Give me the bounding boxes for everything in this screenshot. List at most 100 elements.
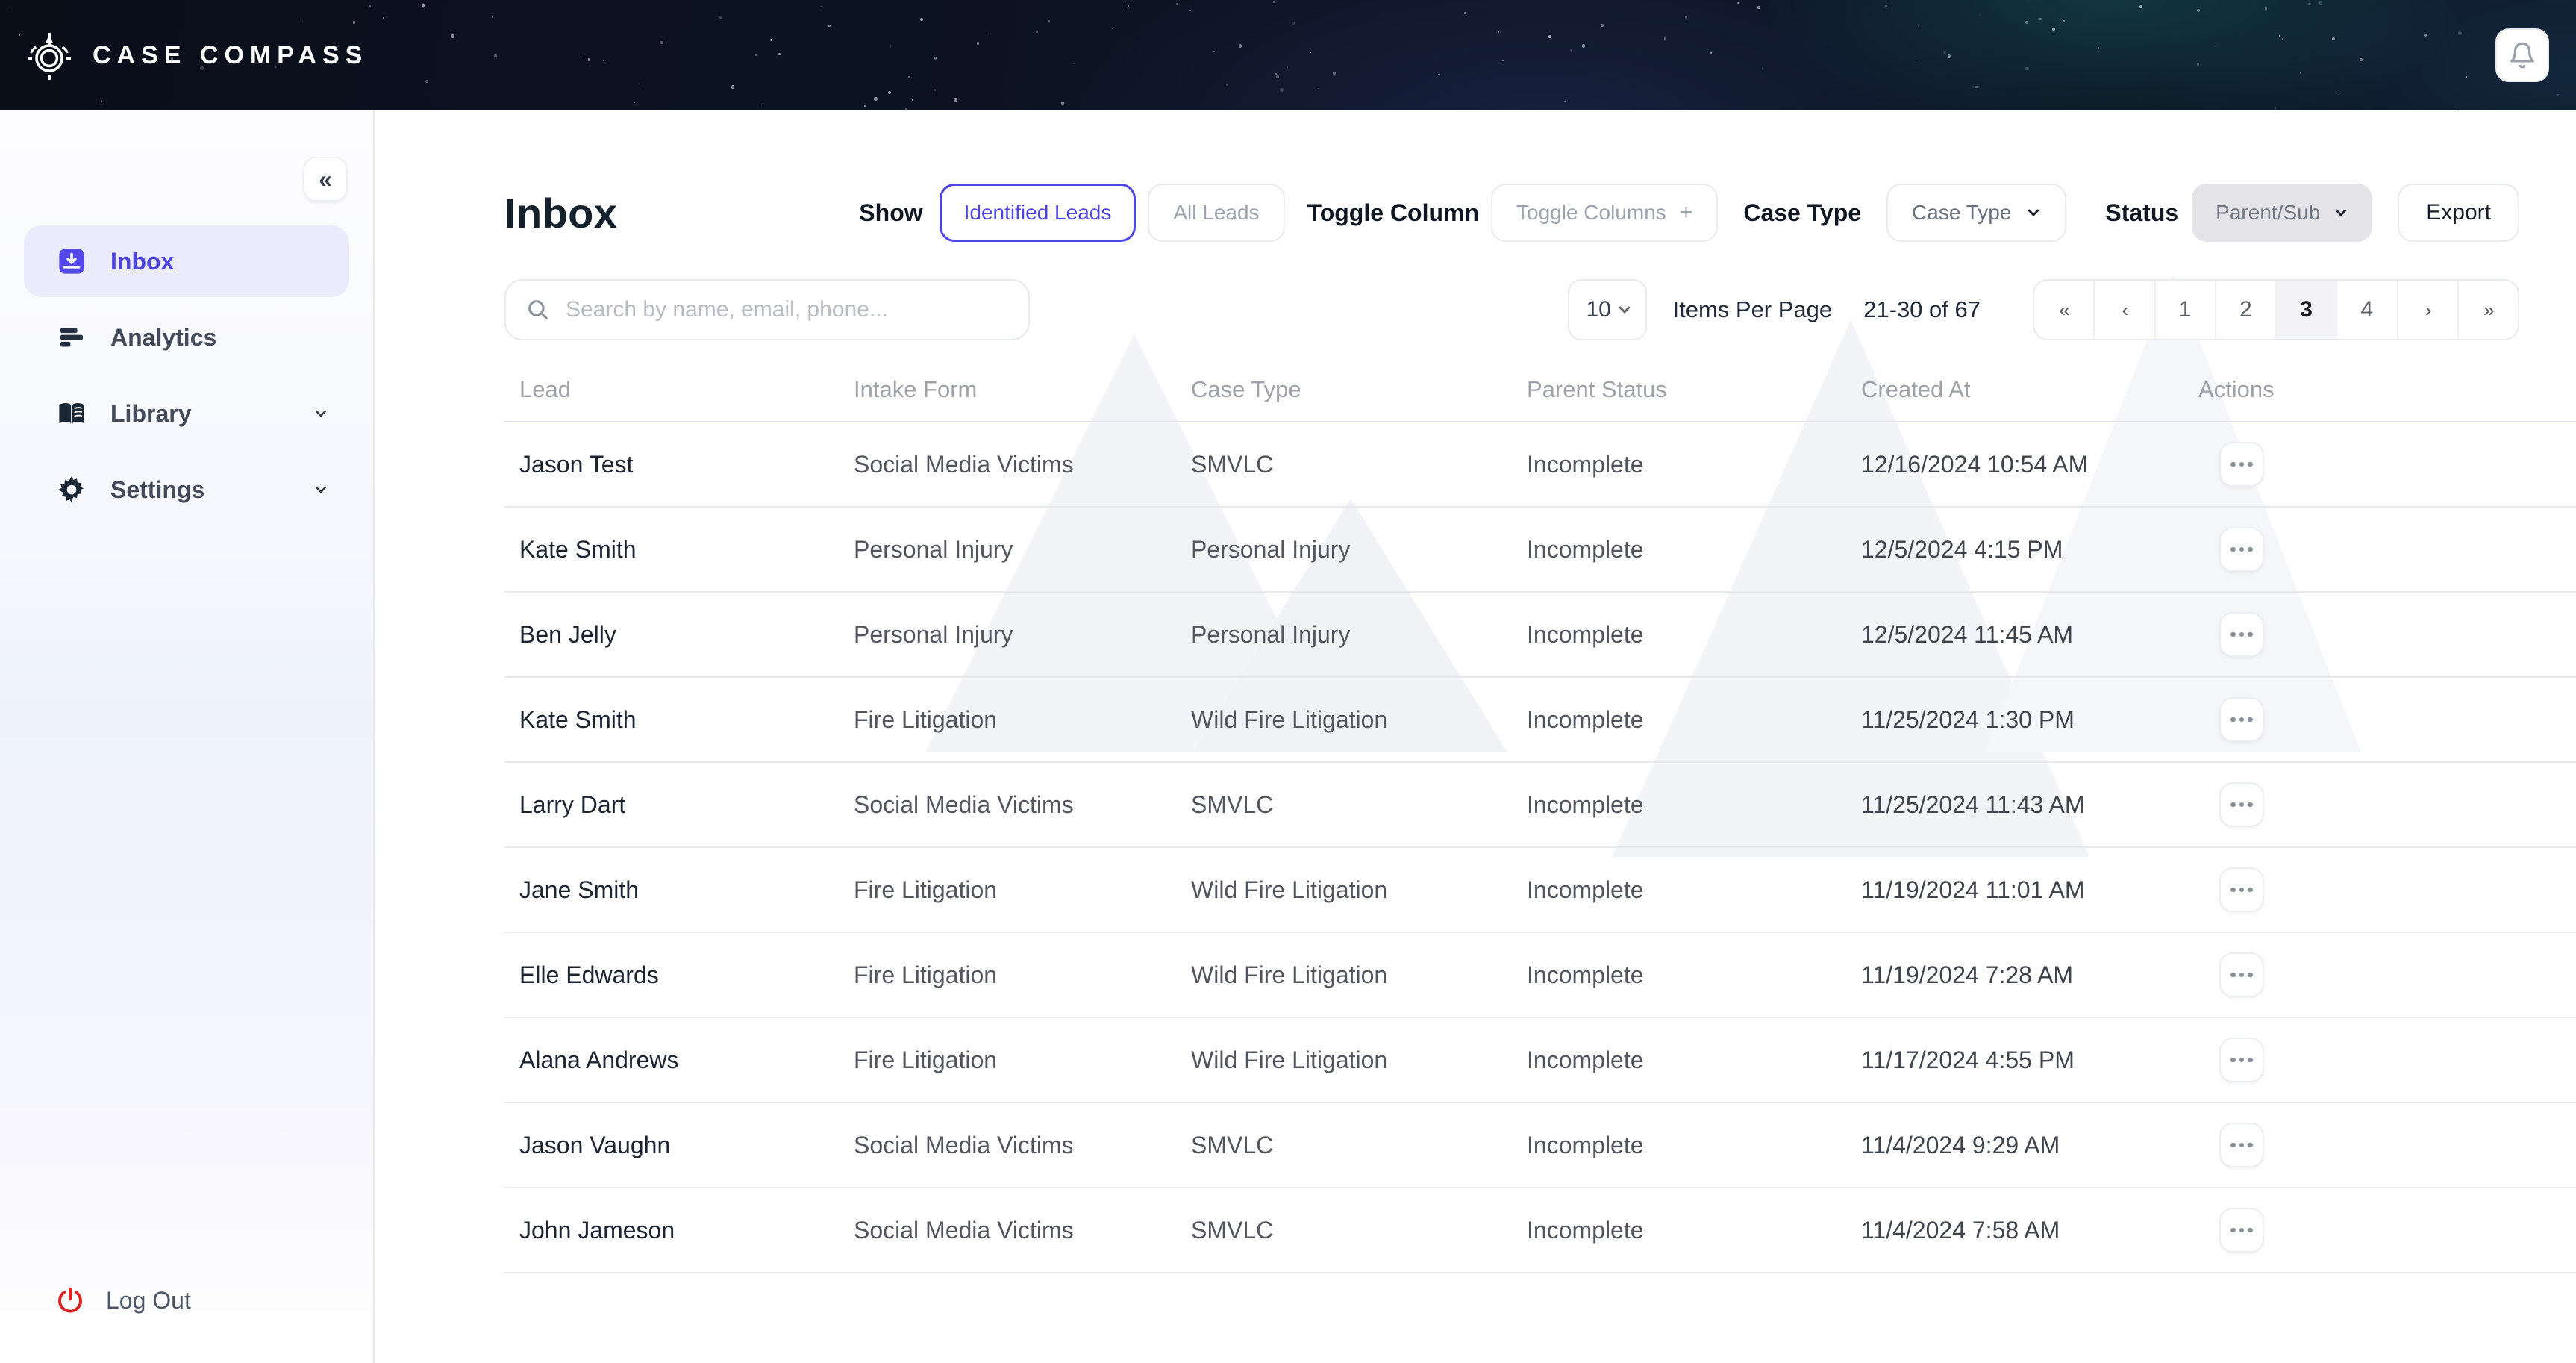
search-input[interactable] xyxy=(566,297,1009,322)
brand-name: CASE COMPASS xyxy=(93,41,368,70)
row-actions-button[interactable] xyxy=(2219,1038,2264,1082)
star-dot xyxy=(2332,37,2335,40)
star-dot xyxy=(2279,35,2280,37)
column-header-case-type: Case Type xyxy=(1176,376,1512,403)
star-dot xyxy=(1548,35,1551,38)
pagination-prev-button[interactable]: ‹ xyxy=(2093,281,2154,339)
cell-actions xyxy=(2183,612,2576,657)
cell-created-at: 11/25/2024 1:30 PM xyxy=(1846,706,2183,734)
star-dot xyxy=(1948,54,1951,58)
power-icon xyxy=(55,1285,85,1315)
star-dot xyxy=(1036,31,1038,33)
star-dot xyxy=(1582,44,1586,48)
status-dropdown-value: Parent/Sub xyxy=(2216,201,2320,225)
star-dot xyxy=(588,58,591,61)
ellipsis-icon xyxy=(2239,632,2245,637)
row-actions-button[interactable] xyxy=(2219,1208,2264,1253)
row-actions-button[interactable] xyxy=(2219,1123,2264,1167)
star-dot xyxy=(2265,7,2267,10)
star-dot xyxy=(494,54,497,57)
row-actions-button[interactable] xyxy=(2219,697,2264,742)
pagination-page-3-active[interactable]: 3 xyxy=(2275,281,2336,339)
star-dot xyxy=(2025,21,2028,24)
cell-created-at: 11/19/2024 7:28 AM xyxy=(1846,961,2183,989)
status-dropdown[interactable]: Parent/Sub xyxy=(2192,184,2372,242)
sidebar-item-settings[interactable]: Settings xyxy=(24,454,349,525)
show-label: Show xyxy=(859,199,922,227)
row-actions-button[interactable] xyxy=(2219,782,2264,827)
star-dot xyxy=(492,16,493,18)
collapse-chevrons-icon: « xyxy=(319,166,332,193)
case-type-dropdown[interactable]: Case Type xyxy=(1886,184,2066,242)
items-per-page-select[interactable]: 10 xyxy=(1568,279,1647,340)
cell-lead: Ben Jelly xyxy=(504,621,839,649)
row-actions-button[interactable] xyxy=(2219,612,2264,657)
cell-intake-form: Personal Injury xyxy=(839,621,1176,649)
star-dot xyxy=(603,60,604,61)
pagination-next-button[interactable]: › xyxy=(2397,281,2457,339)
pagination-page-1[interactable]: 1 xyxy=(2154,281,2215,339)
star-dot xyxy=(1189,10,1191,11)
pagination-last-button[interactable]: » xyxy=(2457,281,2518,339)
star-dot xyxy=(905,108,907,110)
sidebar-item-label: Analytics xyxy=(110,324,216,352)
star-dot xyxy=(2197,9,2201,13)
star-dot xyxy=(731,85,734,88)
star-dot xyxy=(934,57,937,59)
sidebar-item-library[interactable]: Library xyxy=(24,378,349,449)
star-dot xyxy=(1762,68,1763,69)
pagination-page-4[interactable]: 4 xyxy=(2336,281,2396,339)
star-dot xyxy=(1710,52,1712,54)
table-row: Jason Vaughn Social Media Victims SMVLC … xyxy=(504,1103,2576,1188)
ellipsis-icon xyxy=(2239,1228,2245,1233)
cell-intake-form: Fire Litigation xyxy=(839,706,1176,734)
ellipsis-icon xyxy=(2230,888,2236,893)
star-dot xyxy=(1502,60,1504,62)
cell-actions xyxy=(2183,1208,2576,1253)
ellipsis-icon xyxy=(2248,1058,2253,1063)
pagination-page-2[interactable]: 2 xyxy=(2215,281,2275,339)
star-dot xyxy=(890,46,891,48)
cell-case-type: SMVLC xyxy=(1176,1217,1512,1244)
row-actions-button[interactable] xyxy=(2219,952,2264,997)
table-row: Larry Dart Social Media Victims SMVLC In… xyxy=(504,763,2576,848)
cell-intake-form: Social Media Victims xyxy=(839,791,1176,819)
table-header-row: Lead Intake Form Case Type Parent Status… xyxy=(504,358,2576,422)
cell-created-at: 12/5/2024 4:15 PM xyxy=(1846,536,2183,564)
logout-button[interactable]: Log Out xyxy=(0,1270,373,1330)
sidebar-collapse-button[interactable]: « xyxy=(303,157,348,202)
all-leads-button[interactable]: All Leads xyxy=(1148,184,1284,242)
bell-icon xyxy=(2508,41,2536,69)
star-dot xyxy=(425,80,428,83)
ellipsis-icon xyxy=(2230,1058,2236,1063)
chevron-down-icon xyxy=(2026,205,2041,220)
pagination-first-button[interactable]: « xyxy=(2034,281,2093,339)
row-actions-button[interactable] xyxy=(2219,442,2264,487)
identified-leads-button[interactable]: Identified Leads xyxy=(940,184,1137,242)
column-header-created-at: Created At xyxy=(1846,376,2183,403)
ellipsis-icon xyxy=(2248,462,2253,467)
cell-case-type: SMVLC xyxy=(1176,791,1512,819)
ellipsis-icon xyxy=(2248,717,2253,723)
row-actions-button[interactable] xyxy=(2219,527,2264,572)
star-dot xyxy=(1176,3,1178,5)
ellipsis-icon xyxy=(2248,547,2253,552)
cell-parent-status: Incomplete xyxy=(1512,876,1846,904)
star-dot xyxy=(1885,5,1887,7)
ellipsis-icon xyxy=(2230,1143,2236,1148)
list-controls: 10 Items Per Page 21-30 of 67 « ‹ 1 2 3 … xyxy=(504,279,2519,340)
cell-parent-status: Incomplete xyxy=(1512,451,1846,478)
star-dot xyxy=(1979,15,1981,16)
sidebar-nav: Inbox Analytics xyxy=(0,225,373,530)
toggle-columns-button[interactable]: Toggle Columns + xyxy=(1491,184,1718,242)
row-actions-button[interactable] xyxy=(2219,867,2264,912)
export-button[interactable]: Export xyxy=(2398,184,2519,242)
sidebar-item-inbox[interactable]: Inbox xyxy=(24,225,349,297)
logout-label: Log Out xyxy=(106,1287,191,1314)
notifications-button[interactable] xyxy=(2495,28,2549,82)
ellipsis-icon xyxy=(2239,547,2245,552)
sidebar-item-analytics[interactable]: Analytics xyxy=(24,302,349,373)
cell-created-at: 11/4/2024 7:58 AM xyxy=(1846,1217,2183,1244)
star-dot xyxy=(1333,72,1336,75)
star-dot xyxy=(912,99,913,101)
